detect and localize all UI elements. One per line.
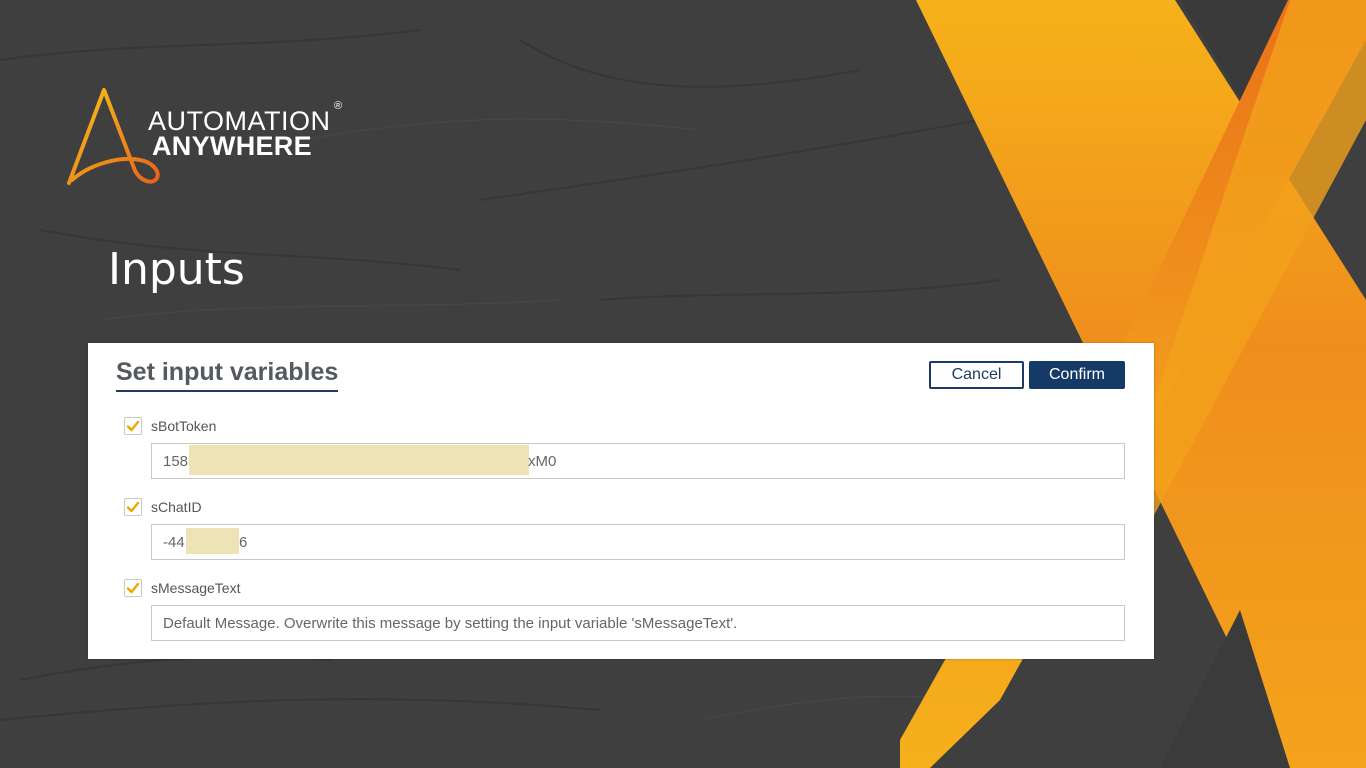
schatid-input[interactable]: -44 6 [151, 524, 1125, 560]
variable-label: sMessageText [151, 580, 241, 596]
sbottoken-checkbox[interactable] [124, 417, 142, 435]
redacted-block [186, 528, 239, 554]
variable-header: sChatID [124, 498, 424, 518]
input-variables-dialog: Set input variables Cancel Confirm sBotT… [88, 343, 1154, 659]
checkmark-icon [126, 420, 140, 432]
checkmark-icon [126, 582, 140, 594]
checkmark-icon [126, 501, 140, 513]
slide-title: Inputs [108, 244, 245, 295]
variable-label: sBotToken [151, 418, 217, 434]
sbottoken-input[interactable]: 158 xM0 [151, 443, 1125, 479]
confirm-button[interactable]: Confirm [1029, 361, 1125, 389]
field-value: Default Message. Overwrite this message … [163, 615, 738, 632]
field-value-end: xM0 [528, 453, 557, 470]
brand-logo: AUTOMATION ANYWHERE ® [62, 86, 362, 190]
automation-anywhere-logo-icon [67, 88, 160, 185]
dialog-title: Set input variables [116, 357, 339, 392]
variable-header: sMessageText [124, 579, 424, 599]
smessagetext-input[interactable]: Default Message. Overwrite this message … [151, 605, 1125, 641]
brand-line2: ANYWHERE [152, 131, 312, 161]
redacted-block [189, 445, 529, 475]
variable-label: sChatID [151, 499, 202, 515]
registered-mark: ® [334, 100, 343, 112]
schatid-checkbox[interactable] [124, 498, 142, 516]
field-value-start: -44 [163, 534, 185, 551]
smessagetext-checkbox[interactable] [124, 579, 142, 597]
field-value-start: 158 [163, 453, 189, 470]
variable-header: sBotToken [124, 417, 424, 437]
cancel-button[interactable]: Cancel [929, 361, 1024, 389]
field-value-end: 6 [239, 534, 248, 551]
